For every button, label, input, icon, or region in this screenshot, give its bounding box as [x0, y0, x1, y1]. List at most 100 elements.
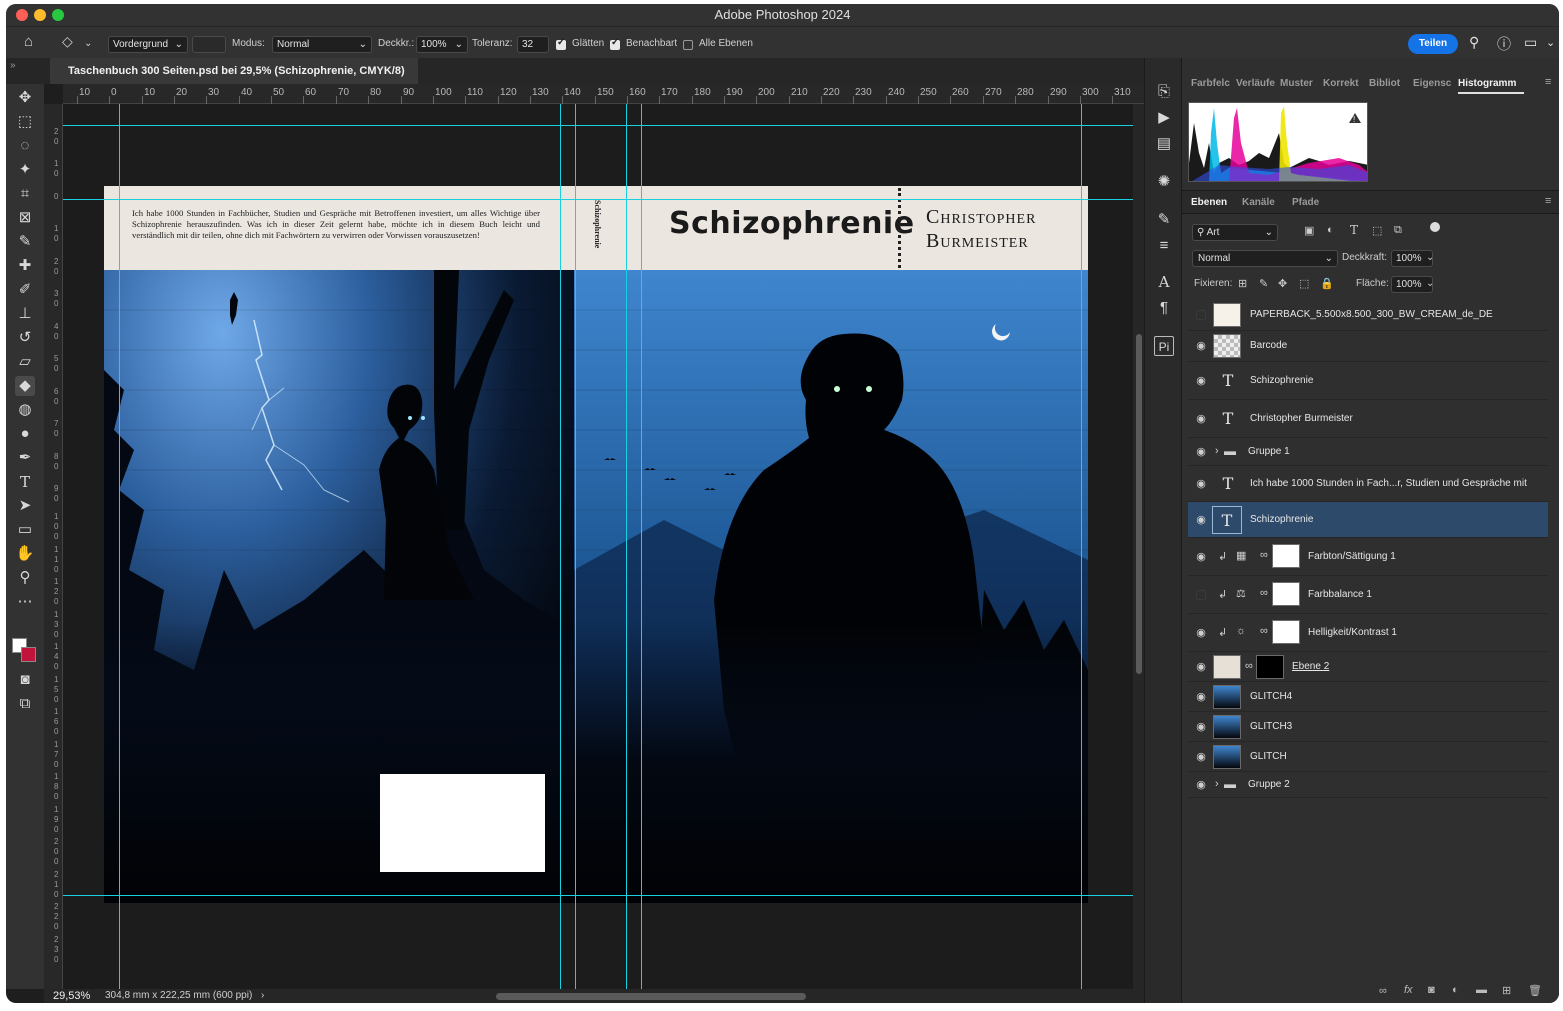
layer-mask-thumbnail[interactable]	[1256, 655, 1284, 679]
tab-corrections[interactable]: Korrekt	[1323, 78, 1359, 89]
healing-brush-tool-icon[interactable]: ✚	[15, 256, 35, 276]
guide-vertical[interactable]	[1081, 104, 1082, 989]
background-color-swatch[interactable]	[21, 647, 36, 662]
adjustments-panel-icon[interactable]: ≡	[1154, 236, 1174, 256]
collapse-toolbar-icon[interactable]: »	[10, 60, 16, 71]
guide-vertical[interactable]	[119, 104, 120, 989]
zoom-tool-icon[interactable]: ⚲	[15, 568, 35, 588]
crop-tool-icon[interactable]: ⌗	[15, 184, 35, 204]
path-selection-tool-icon[interactable]: ➤	[15, 496, 35, 516]
tab-properties[interactable]: Eigensc	[1413, 78, 1451, 89]
book-cover[interactable]: Ich habe 1000 Stunden in Fachbücher, Stu…	[104, 186, 1088, 903]
guide-vertical[interactable]	[575, 104, 576, 989]
layer-row[interactable]: ◉ GLITCH3	[1188, 712, 1548, 742]
eraser-tool-icon[interactable]: ▱	[15, 352, 35, 372]
paint-bucket-tool-preset-icon[interactable]: ◇	[62, 33, 73, 50]
tab-layers[interactable]: Ebenen	[1191, 197, 1227, 208]
tab-swatches[interactable]: Farbfelc	[1191, 78, 1230, 89]
hand-tool-icon[interactable]: ✋	[15, 544, 35, 564]
mode-select[interactable]: Normal ⌄	[272, 36, 372, 53]
blend-mode-select[interactable]: Normal ⌄	[1192, 250, 1338, 267]
comments-panel-icon[interactable]: ▤	[1154, 134, 1174, 154]
layer-row[interactable]: PAPERBACK_5.500x8.500_300_BW_CREAM_de_DE	[1188, 299, 1548, 331]
tab-patterns[interactable]: Muster	[1280, 78, 1313, 89]
filter-type-icon[interactable]: T	[1350, 223, 1358, 237]
layer-row[interactable]: ◉ GLITCH4	[1188, 682, 1548, 712]
layer-row[interactable]: ◉ T Schizophrenie	[1188, 362, 1548, 400]
eye-icon[interactable]: ◉	[1194, 374, 1208, 388]
horizontal-scrollbar-thumb[interactable]	[496, 993, 806, 1000]
tab-libraries[interactable]: Bibliot	[1369, 78, 1400, 89]
paint-bucket-tool-icon[interactable]: ◆	[15, 376, 35, 396]
eye-icon[interactable]: ◉	[1194, 550, 1208, 564]
filter-pixel-icon[interactable]: ▣	[1304, 224, 1314, 237]
brush-settings-panel-icon[interactable]: ✎	[1154, 210, 1174, 230]
chevron-right-icon[interactable]: ›	[1215, 445, 1219, 457]
opacity-input[interactable]: 100% ⌄	[416, 36, 468, 53]
visibility-toggle-off[interactable]	[1196, 590, 1206, 600]
adjustment-layer-icon[interactable]: ◐	[1452, 984, 1459, 996]
eye-icon[interactable]: ◉	[1194, 778, 1208, 792]
frame-tool-icon[interactable]: ⊠	[15, 208, 35, 228]
paragraph-panel-icon[interactable]: ¶	[1154, 298, 1174, 318]
rectangle-tool-icon[interactable]: ▭	[15, 520, 35, 540]
search-icon[interactable]: ⚲	[1469, 34, 1479, 51]
vertical-scrollbar[interactable]	[1133, 104, 1144, 989]
layer-mask-thumbnail[interactable]	[1272, 544, 1300, 568]
zoom-level[interactable]: 29,53%	[53, 989, 90, 1003]
new-group-icon[interactable]: ▬	[1476, 984, 1487, 996]
guide-horizontal[interactable]	[63, 199, 1133, 200]
new-layer-icon[interactable]: ⊞	[1502, 984, 1511, 997]
history-brush-tool-icon[interactable]: ↺	[15, 328, 35, 348]
tab-channels[interactable]: Kanäle	[1242, 197, 1275, 208]
spine-title[interactable]: Schizophrenie	[582, 200, 602, 260]
add-mask-icon[interactable]: ◙	[1428, 984, 1435, 996]
chevron-down-icon[interactable]: ⌄	[1426, 252, 1434, 263]
front-title[interactable]: Schizophrenie	[669, 206, 915, 241]
clone-stamp-tool-icon[interactable]: ⊥	[15, 304, 35, 324]
lock-all-icon[interactable]: 🔒	[1320, 277, 1334, 290]
fx-icon[interactable]: fx	[1404, 984, 1413, 996]
screen-mode-icon[interactable]: ⧉	[15, 694, 35, 714]
layer-row[interactable]: ◉ T Christopher Burmeister	[1188, 400, 1548, 438]
tab-histogram[interactable]: Histogramm	[1458, 78, 1516, 89]
eye-icon[interactable]: ◉	[1194, 339, 1208, 353]
eye-icon[interactable]: ◉	[1194, 412, 1208, 426]
lock-transparent-icon[interactable]: ⊞	[1238, 277, 1247, 290]
layer-filter-select[interactable]: ⚲ Art ⌄	[1192, 224, 1278, 241]
eye-icon[interactable]: ◉	[1194, 513, 1208, 527]
lock-position-icon[interactable]: ✥	[1278, 277, 1287, 290]
antialias-checkbox[interactable]	[556, 37, 566, 50]
more-tools-icon[interactable]: ⋯	[15, 592, 35, 612]
layer-row[interactable]: ◉ Barcode	[1188, 330, 1548, 362]
layer-mask-thumbnail[interactable]	[1272, 582, 1300, 606]
close-window-button[interactable]	[16, 9, 28, 21]
eye-icon[interactable]: ◉	[1194, 750, 1208, 764]
brush-tool-icon[interactable]: ✐	[15, 280, 35, 300]
filter-toggle[interactable]	[1430, 222, 1440, 232]
guide-vertical[interactable]	[560, 104, 561, 989]
plugin-panel-icon[interactable]: Pi	[1154, 336, 1174, 356]
navigator-panel-icon[interactable]: ✺	[1154, 172, 1174, 192]
visibility-toggle-off[interactable]	[1196, 310, 1206, 320]
guide-vertical[interactable]	[641, 104, 642, 989]
layer-row[interactable]: ◉ GLITCH	[1188, 742, 1548, 772]
dodge-tool-icon[interactable]: ●	[15, 424, 35, 444]
author-last-name[interactable]: Burmeister	[926, 230, 1029, 253]
canvas-area[interactable]: Ich habe 1000 Stunden in Fachbücher, Stu…	[63, 104, 1133, 989]
tab-paths[interactable]: Pfade	[1292, 197, 1319, 208]
layer-row[interactable]: ◉ ∞ Ebene 2	[1188, 652, 1548, 682]
zoom-window-button[interactable]	[52, 9, 64, 21]
layer-row[interactable]: ◉ T Ich habe 1000 Stunden in Fach...r, S…	[1188, 466, 1548, 502]
quick-mask-icon[interactable]: ◙	[15, 670, 35, 690]
workspace-icon[interactable]: ▭	[1524, 34, 1537, 51]
move-tool-icon[interactable]: ✥	[15, 88, 35, 108]
lock-artboard-icon[interactable]: ⬚	[1299, 277, 1309, 290]
link-layers-icon[interactable]: ∞	[1379, 985, 1387, 997]
eye-icon[interactable]: ◉	[1194, 660, 1208, 674]
home-icon[interactable]: ⌂	[24, 33, 33, 50]
guide-vertical[interactable]	[626, 104, 627, 989]
chevron-down-icon[interactable]: ⌄	[1546, 36, 1555, 49]
eye-icon[interactable]: ◉	[1194, 720, 1208, 734]
panel-menu-icon[interactable]: ≡	[1545, 76, 1551, 88]
